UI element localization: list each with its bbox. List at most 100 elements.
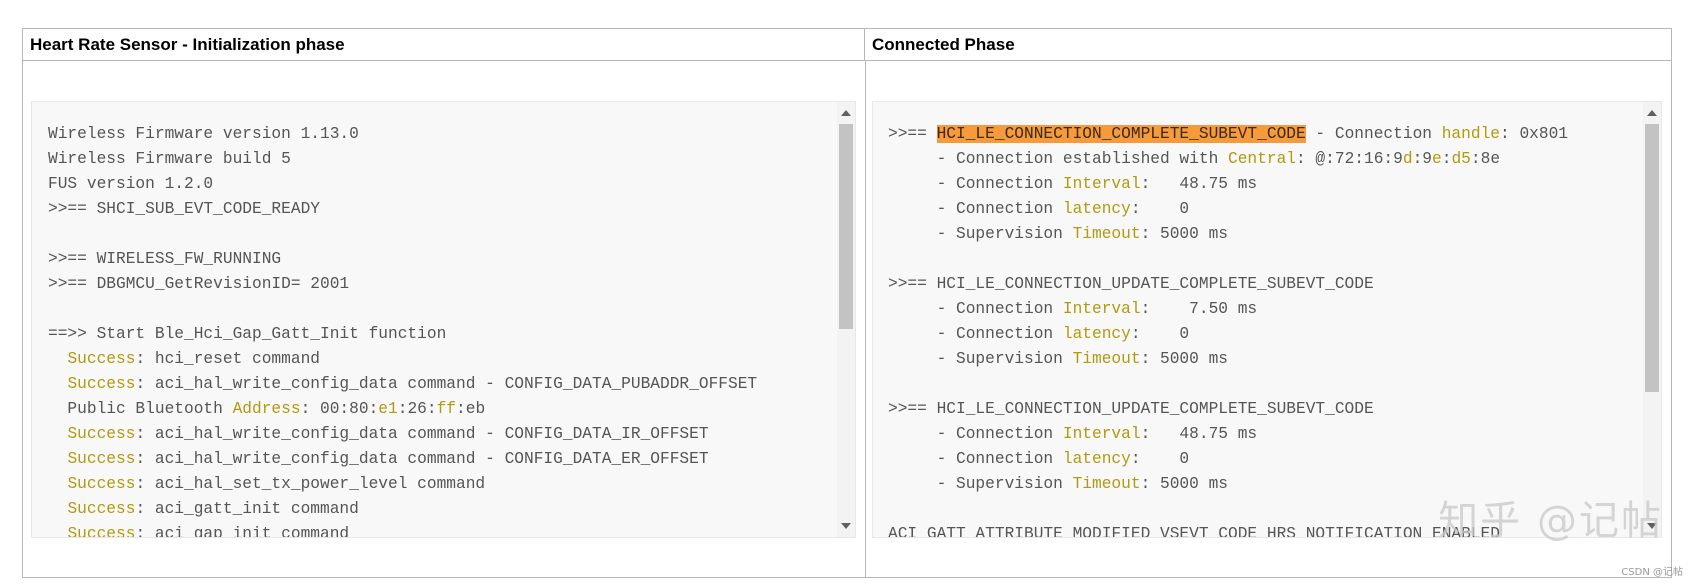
selected-text: HCI_LE_CONNECTION_COMPLETE_SUBEVT_CODE (936, 125, 1306, 143)
log-line: >>== HCI_LE_CONNECTION_UPDATE_COMPLETE_S… (888, 397, 1568, 422)
log-line: Success: hci_reset command (48, 347, 757, 372)
log-line: >>== HCI_LE_CONNECTION_COMPLETE_SUBEVT_C… (888, 122, 1568, 147)
log-keyword: Timeout (1072, 350, 1141, 368)
log-line: Success: aci_hal_write_config_data comma… (48, 372, 757, 397)
log-line: - Supervision Timeout: 5000 ms (888, 347, 1568, 372)
log-text: :eb (456, 400, 486, 418)
log-table: Heart Rate Sensor - Initialization phase… (22, 28, 1672, 578)
log-text: : 48.75 ms (1140, 175, 1258, 193)
log-keyword: Success (67, 350, 136, 368)
log-line: >>== SHCI_SUB_EVT_CODE_READY (48, 197, 757, 222)
log-text: - Supervision (888, 350, 1073, 368)
log-line: - Connection latency: 0 (888, 447, 1568, 472)
log-line: Success: aci_hal_set_tx_power_level comm… (48, 472, 757, 497)
log-keyword: e (1432, 150, 1442, 168)
log-text: : aci_hal_set_tx_power_level command (135, 475, 486, 493)
log-text: : (1441, 150, 1452, 168)
log-keyword: Success (67, 450, 136, 468)
log-text: Wireless Firmware version 1.13.0 (48, 125, 359, 143)
log-text: >>== HCI_LE_CONNECTION_UPDATE_COMPLETE_S… (888, 400, 1374, 418)
log-line: Wireless Firmware build 5 (48, 147, 757, 172)
initialization-log-scrollbar[interactable] (837, 102, 855, 537)
log-line: - Connection latency: 0 (888, 197, 1568, 222)
log-text: : 0 (1130, 325, 1190, 343)
log-line: - Connection Interval: 48.75 ms (888, 172, 1568, 197)
log-keyword: d5 (1451, 150, 1471, 168)
log-text: Public Bluetooth (48, 400, 233, 418)
header-initialization-phase: Heart Rate Sensor - Initialization phase (23, 29, 865, 61)
log-keyword: d (1402, 150, 1413, 168)
scroll-up-arrow-icon[interactable] (1647, 110, 1657, 116)
log-line: - Connection established with Central: @… (888, 147, 1568, 172)
log-keyword: latency (1062, 325, 1131, 343)
log-text: : hci_reset command (135, 350, 321, 368)
log-line: Success: aci_hal_write_config_data comma… (48, 422, 757, 447)
log-keyword: handle (1441, 125, 1501, 143)
scroll-down-arrow-icon[interactable] (841, 523, 851, 529)
log-text: : aci_hal_write_config_data command - CO… (135, 425, 709, 443)
initialization-log-panel[interactable]: Wireless Firmware version 1.13.0 Wireless… (31, 101, 856, 538)
log-line: >>== HCI_LE_CONNECTION_UPDATE_COMPLETE_S… (888, 272, 1568, 297)
connected-log-scrollbar[interactable] (1643, 102, 1661, 537)
scroll-up-arrow-icon[interactable] (841, 110, 851, 116)
log-keyword: e1 (378, 400, 398, 418)
log-line: Success: aci_hal_write_config_data comma… (48, 447, 757, 472)
log-text: - Connection (1305, 125, 1442, 143)
log-line: Public Bluetooth Address: 00:80:e1:26:ff… (48, 397, 757, 422)
log-text: :8e (1470, 150, 1501, 168)
connected-log: >>== HCI_LE_CONNECTION_COMPLETE_SUBEVT_C… (888, 122, 1568, 538)
log-text: : 0 (1130, 200, 1190, 218)
log-text: - Connection (888, 200, 1063, 218)
log-keyword: Address (232, 400, 301, 418)
log-text: :9 (1412, 150, 1433, 168)
log-keyword: Success (67, 475, 136, 493)
log-keyword: Central (1228, 150, 1296, 168)
log-text: >>== DBGMCU_GetRevisionID= 2001 (48, 275, 350, 293)
scrollbar-thumb[interactable] (839, 124, 853, 329)
initialization-log: Wireless Firmware version 1.13.0 Wireless… (48, 122, 757, 537)
log-text: - Connection (888, 425, 1063, 443)
log-keyword: ff (436, 400, 457, 418)
scrollbar-thumb[interactable] (1645, 124, 1659, 392)
connected-log-panel[interactable]: >>== HCI_LE_CONNECTION_COMPLETE_SUBEVT_C… (872, 101, 1662, 538)
log-text: >>== HCI_LE_CONNECTION_UPDATE_COMPLETE_S… (888, 275, 1374, 293)
log-keyword: Success (67, 500, 136, 518)
log-text: : aci_hal_write_config_data command - CO… (135, 450, 709, 468)
log-text: FUS version 1.2.0 (48, 175, 214, 193)
log-text: : @:72:16:9 (1296, 150, 1403, 168)
log-keyword: latency (1062, 200, 1131, 218)
log-text: ACI_GATT_ATTRIBUTE_MODIFIED_VSEVT_CODE H… (888, 525, 1500, 538)
zhihu-watermark: 知乎 @记帖 (1438, 498, 1663, 544)
column-divider (865, 61, 866, 577)
header-connected-phase: Connected Phase (865, 29, 1671, 61)
log-line: FUS version 1.2.0 (48, 172, 757, 197)
log-text: Wireless Firmware build 5 (48, 150, 291, 168)
log-text: : 5000 ms (1140, 225, 1229, 243)
log-text: - Supervision (888, 475, 1073, 493)
log-keyword: Timeout (1072, 475, 1141, 493)
log-text: : 0x801 (1500, 125, 1569, 143)
log-line: >>== WIRELESS_FW_RUNNING (48, 247, 757, 272)
log-text: - Connection (888, 175, 1063, 193)
log-line: >>== DBGMCU_GetRevisionID= 2001 (48, 272, 757, 297)
log-text: - Connection (888, 300, 1063, 318)
log-keyword: Success (67, 425, 136, 443)
log-text: : 7.50 ms (1140, 300, 1258, 318)
log-text: : 48.75 ms (1140, 425, 1258, 443)
log-keyword: Success (67, 375, 136, 393)
log-keyword: Interval (1062, 175, 1141, 193)
log-text: - Connection (888, 450, 1063, 468)
log-keyword: latency (1062, 450, 1131, 468)
log-text: : 00:80: (300, 400, 379, 418)
log-text: >>== (888, 125, 937, 143)
log-line: Wireless Firmware version 1.13.0 (48, 122, 757, 147)
log-text: : 5000 ms (1140, 475, 1229, 493)
